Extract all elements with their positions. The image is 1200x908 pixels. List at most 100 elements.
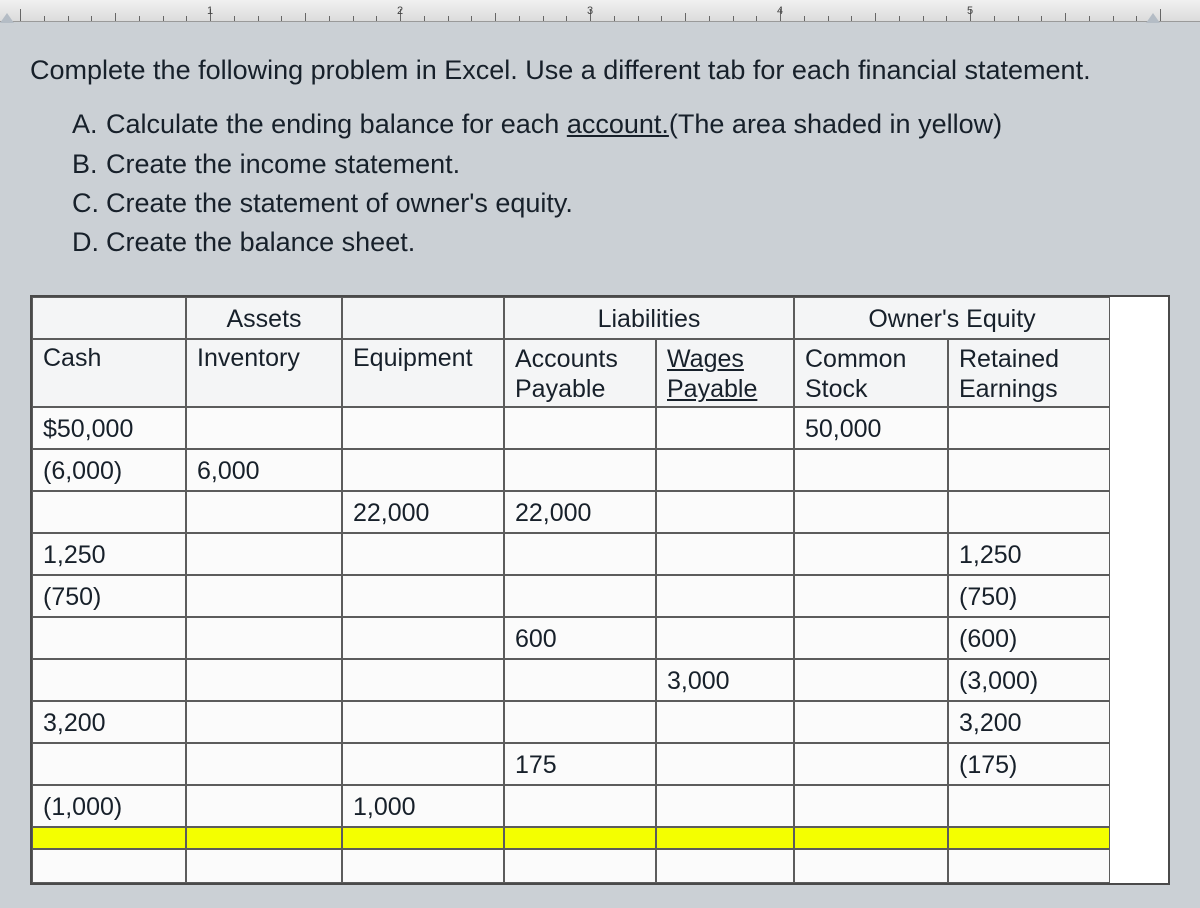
table-cell [656,575,794,617]
indent-marker-left-icon[interactable] [0,13,14,23]
ruler-number: 4 [777,5,783,17]
table-cell [186,849,342,883]
table-cell [342,701,504,743]
table-cell [186,701,342,743]
table-cell [342,659,504,701]
table-cell [504,659,656,701]
table-cell [794,785,948,827]
table-cell: 6,000 [186,449,342,491]
col-inventory: Inventory [186,339,342,407]
table-cell [504,533,656,575]
ruler-number: 5 [967,5,973,17]
step-b: B.Create the income statement. [72,146,1170,183]
table-cell: $50,000 [32,407,186,449]
table-cell: (6,000) [32,449,186,491]
table-cell: (1,000) [32,785,186,827]
ending-balance-cell[interactable] [656,827,794,849]
step-a: A.Calculate the ending balance for each … [72,106,1170,143]
table-cell: 175 [504,743,656,785]
table-cell [948,407,1110,449]
header-liabilities: Liabilities [504,297,794,339]
table-cell [794,617,948,659]
table-cell [794,491,948,533]
ending-balance-cell[interactable] [342,827,504,849]
table-cell [32,659,186,701]
table-cell [656,785,794,827]
step-c: C.Create the statement of owner's equity… [72,185,1170,222]
table-cell: (3,000) [948,659,1110,701]
table-cell [342,743,504,785]
col-common-stock: Common Stock [794,339,948,407]
table-cell [948,449,1110,491]
table-cell [656,491,794,533]
table-cell: (750) [32,575,186,617]
table-cell [504,575,656,617]
ending-balance-cell[interactable] [504,827,656,849]
step-d: D.Create the balance sheet. [72,224,1170,261]
table-cell [656,849,794,883]
table-cell [32,491,186,533]
table-cell [342,533,504,575]
table-cell [186,659,342,701]
ruler-number: 1 [207,5,213,17]
table-cell: (175) [948,743,1110,785]
ruler-number: 2 [397,5,403,17]
table-cell [504,407,656,449]
table-cell: 600 [504,617,656,659]
table-cell [794,533,948,575]
table-cell [342,407,504,449]
document-page: Complete the following problem in Excel.… [0,22,1200,885]
table-cell [656,743,794,785]
table-cell [794,701,948,743]
ending-balance-cell[interactable] [32,827,186,849]
table-cell [656,533,794,575]
table-cell: 1,250 [32,533,186,575]
table-cell [186,407,342,449]
col-equipment: Equipment [342,339,504,407]
table-cell [186,575,342,617]
table-cell [794,449,948,491]
table-cell [342,849,504,883]
col-wages-payable: Wages Payable [656,339,794,407]
table-cell [32,743,186,785]
table-cell [948,785,1110,827]
table-cell [342,575,504,617]
table-cell [186,617,342,659]
table-cell [656,407,794,449]
header-blank [32,297,186,339]
instruction-steps-list: A.Calculate the ending balance for each … [30,106,1170,261]
table-cell: (600) [948,617,1110,659]
table-cell [504,785,656,827]
table-cell [186,785,342,827]
table-cell [794,659,948,701]
table-cell [32,849,186,883]
table-cell [794,743,948,785]
table-cell [32,617,186,659]
table-cell [186,743,342,785]
table-cell: 50,000 [794,407,948,449]
table-cell [794,575,948,617]
table-cell [504,849,656,883]
ending-balance-cell[interactable] [948,827,1110,849]
ending-balance-cell[interactable] [186,827,342,849]
table-cell: (750) [948,575,1110,617]
indent-marker-right-icon[interactable] [1146,13,1160,23]
table-cell [504,701,656,743]
table-cell [342,449,504,491]
table-cell: 3,000 [656,659,794,701]
table-cell [948,491,1110,533]
table-cell [342,617,504,659]
header-blank [342,297,504,339]
table-cell: 22,000 [342,491,504,533]
ending-balance-cell[interactable] [794,827,948,849]
table-cell [504,449,656,491]
table-cell [794,849,948,883]
accounting-worksheet-table: Assets Liabilities Owner's Equity Cash I… [30,295,1170,885]
col-cash: Cash [32,339,186,407]
header-owners-equity: Owner's Equity [794,297,1110,339]
table-cell: 3,200 [32,701,186,743]
header-assets: Assets [186,297,342,339]
table-cell [186,533,342,575]
horizontal-ruler: 12345 [0,0,1200,22]
table-cell: 1,250 [948,533,1110,575]
